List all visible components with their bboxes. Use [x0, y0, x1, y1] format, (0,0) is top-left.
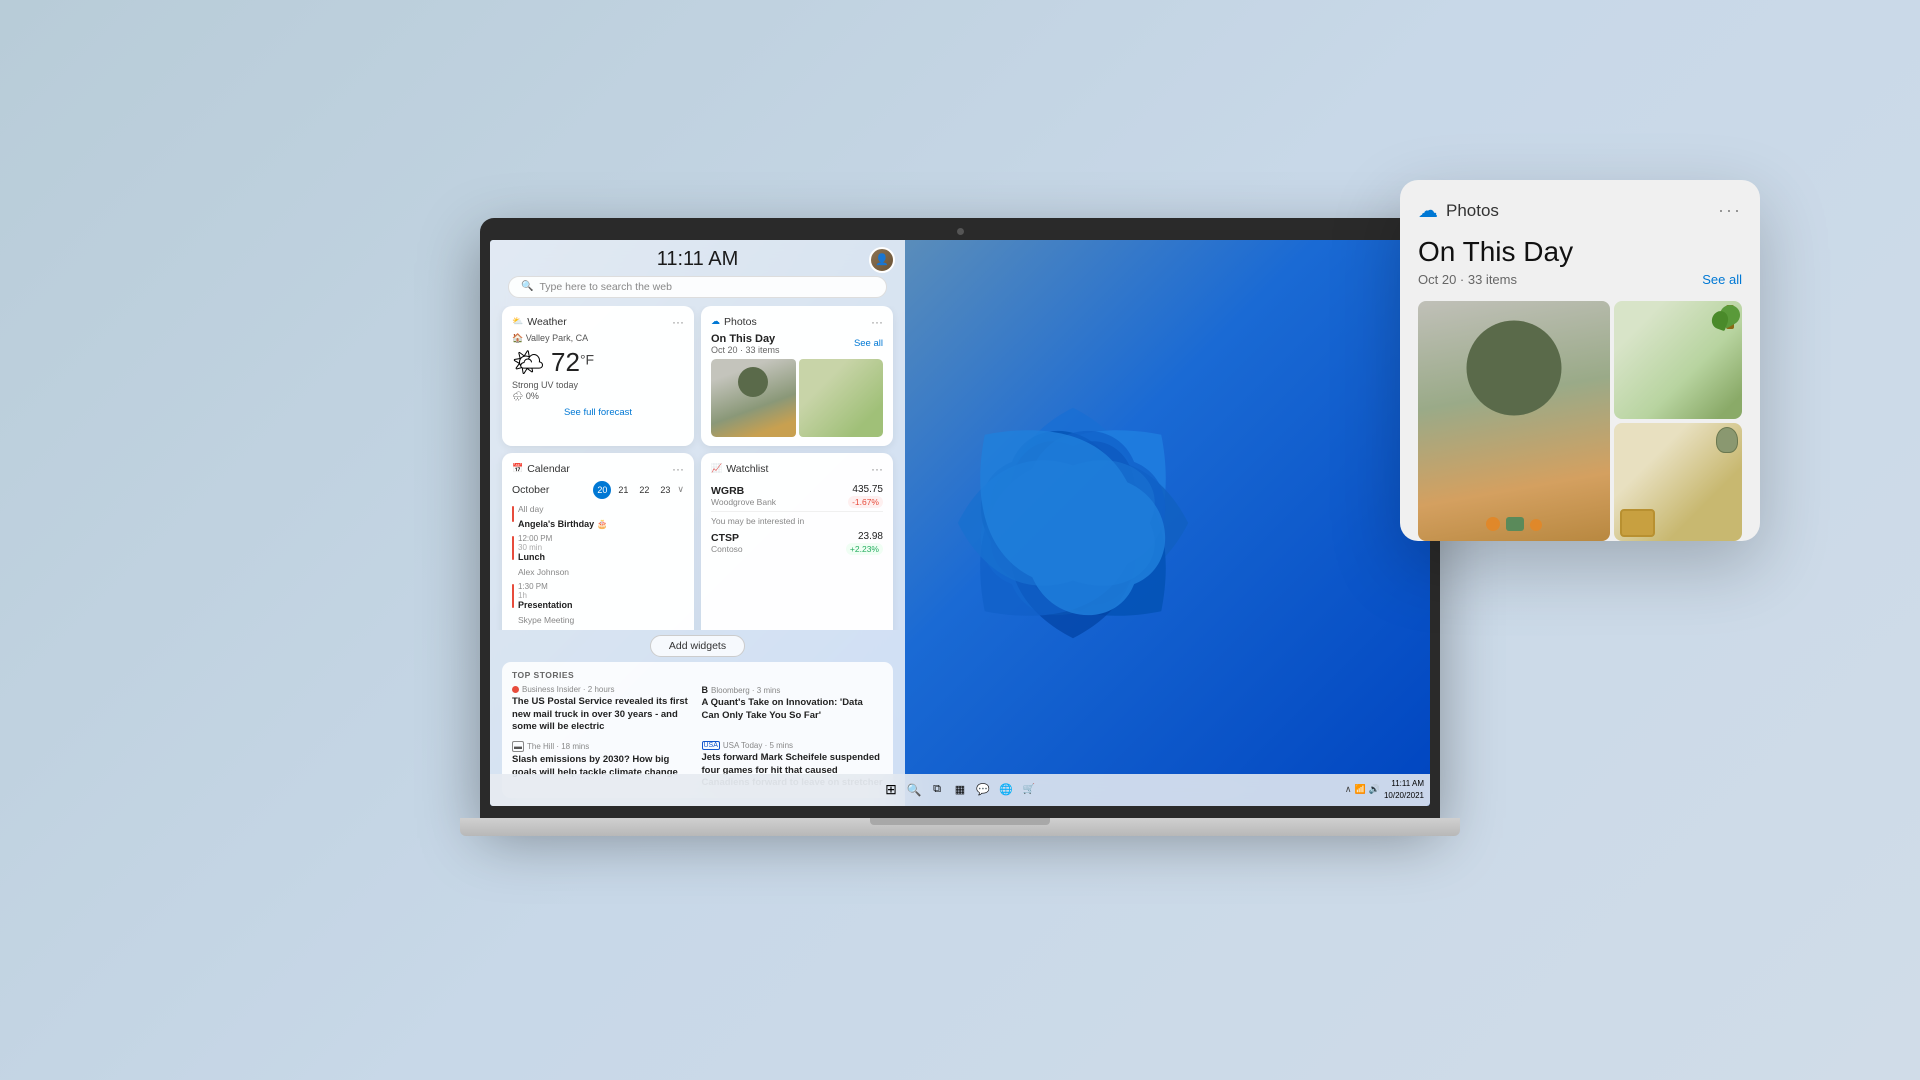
news-headline-1: The US Postal Service revealed its first… [512, 696, 694, 733]
photos-exp-date-items: Oct 20 · 33 items [1418, 272, 1517, 287]
cal-date-22[interactable]: 22 [635, 481, 653, 499]
photos-exp-more-button[interactable]: ··· [1718, 200, 1742, 221]
calendar-month: October [512, 484, 549, 496]
laptop-screen: 👤 11:11 AM 🔍 Type here to search the web [490, 240, 1430, 806]
avatar[interactable]: 👤 [869, 247, 895, 273]
photo-thumb-1[interactable] [711, 359, 796, 437]
weather-location: 🏠 Valley Park, CA [512, 333, 684, 344]
photos-cloud-icon: ☁ [711, 316, 720, 327]
weather-rain: 🌧 0% [512, 391, 684, 402]
photos-exp-widget-title: Photos [1446, 201, 1499, 221]
photo-main[interactable] [1418, 301, 1610, 541]
photos-widget-small: ☁ Photos ··· On This Day Oct 20 · 33 ite… [701, 306, 893, 446]
watchlist-widget-title: Watchlist [726, 463, 768, 475]
stock-wgrb[interactable]: WGRB Woodgrove Bank 435.75 -1.67% [711, 481, 883, 512]
photos-expanded-card: ☁ Photos ··· On This Day Oct 20 · 33 ite… [1400, 180, 1760, 541]
cal-date-23[interactable]: 23 [656, 481, 674, 499]
time-display: 11:11 AM [490, 240, 905, 276]
search-bar[interactable]: 🔍 Type here to search the web [508, 276, 887, 298]
watchlist-icon: 📈 [711, 463, 722, 474]
taskbar: ⊞ 🔍 ⧉ ▦ 💬 🌐 🛒 ∧ 📶 🔊 [490, 774, 1430, 806]
calendar-events: All dayAngela's Birthday 🎂 12:00 PM 30 m… [512, 504, 684, 631]
laptop-screen-bezel: 👤 11:11 AM 🔍 Type here to search the web [480, 218, 1440, 818]
photos-widget-title: Photos [724, 316, 757, 328]
calendar-icon: 📅 [512, 463, 523, 474]
search-input[interactable]: Type here to search the web [539, 281, 672, 293]
calendar-widget: 📅 Calendar ··· October 20 21 22 [502, 453, 694, 631]
taskbar-search-button[interactable]: 🔍 [903, 779, 925, 801]
news-item-1[interactable]: Business Insider · 2 hours The US Postal… [512, 685, 694, 733]
event-birthday[interactable]: All dayAngela's Birthday 🎂 [512, 504, 684, 532]
taskbar-edge[interactable]: 🌐 [995, 779, 1017, 801]
weather-more-button[interactable]: ··· [672, 315, 684, 329]
widgets-panel: 👤 11:11 AM 🔍 Type here to search the web [490, 240, 905, 806]
photos-section-title: On This Day [711, 333, 780, 345]
taskbar-store[interactable]: 🛒 [1018, 779, 1040, 801]
weather-widget-title: Weather [527, 316, 567, 328]
add-widgets-button[interactable]: Add widgets [650, 635, 745, 657]
watchlist-more-button[interactable]: ··· [871, 462, 883, 476]
photos-more-button[interactable]: ··· [871, 315, 883, 329]
laptop-body: 👤 11:11 AM 🔍 Type here to search the web [480, 218, 1440, 863]
stock-ctsp[interactable]: CTSP Contoso 23.98 +2.23% [711, 528, 883, 558]
cal-date-today[interactable]: 20 [593, 481, 611, 499]
news-item-2[interactable]: B Bloomberg · 3 mins A Quant's Take on I… [702, 685, 884, 733]
calendar-widget-title: Calendar [527, 463, 570, 475]
laptop-base-notch [870, 818, 1050, 825]
cal-date-21[interactable]: 21 [614, 481, 632, 499]
photo-thumb-2[interactable] [799, 359, 884, 437]
widgets-grid: ⛅ Weather ··· 🏠 Valley Park, CA 🌤 [490, 306, 905, 631]
system-tray[interactable]: ∧ 📶 🔊 [1345, 784, 1380, 795]
event-lunch[interactable]: 12:00 PM 30 min Lunch Alex Johnson [512, 534, 684, 580]
photos-date-info: Oct 20 · 33 items [711, 345, 780, 355]
watchlist-widget: 📈 Watchlist ··· WGRB Woodgrove Bank [701, 453, 893, 631]
weather-temp: 72 [551, 347, 580, 377]
cloud-icon: ☁ [1418, 198, 1438, 223]
photos-exp-grid [1418, 301, 1742, 541]
event-presentation[interactable]: 1:30 PM 1h Presentation Skype Meeting [512, 582, 684, 628]
weather-icon: ⛅ [512, 316, 523, 327]
sun-icon: 🌤 [512, 347, 545, 378]
photos-thumb-grid [711, 359, 883, 437]
photos-exp-title-row: ☁ Photos [1418, 198, 1499, 223]
laptop-camera [957, 228, 964, 235]
weather-description: Strong UV today [512, 380, 684, 390]
watchlist-interested: You may be interested in [711, 516, 883, 526]
photo-top-right[interactable] [1614, 301, 1742, 419]
news-headline-2: A Quant's Take on Innovation: 'Data Can … [702, 697, 884, 722]
news-top-stories-label: TOP STORIES [512, 670, 883, 680]
photos-exp-see-all[interactable]: See all [1702, 272, 1742, 287]
calendar-more-button[interactable]: ··· [672, 462, 684, 476]
search-icon: 🔍 [521, 281, 533, 292]
taskbar-clock[interactable]: 11:11 AM 10/20/2021 [1384, 778, 1424, 800]
weather-widget: ⛅ Weather ··· 🏠 Valley Park, CA 🌤 [502, 306, 694, 446]
weather-forecast-link[interactable]: See full forecast [512, 407, 684, 418]
photos-see-all[interactable]: See all [854, 338, 883, 349]
laptop-base [460, 818, 1460, 836]
taskbar-widgets[interactable]: ▦ [949, 779, 971, 801]
taskbar-teams[interactable]: 💬 [972, 779, 994, 801]
taskbar-task-view[interactable]: ⧉ [926, 779, 948, 801]
photo-bottom-right[interactable] [1614, 423, 1742, 541]
start-button[interactable]: ⊞ [880, 779, 902, 801]
photos-exp-section-title: On This Day [1418, 237, 1742, 268]
add-widgets-row: Add widgets [490, 630, 905, 662]
